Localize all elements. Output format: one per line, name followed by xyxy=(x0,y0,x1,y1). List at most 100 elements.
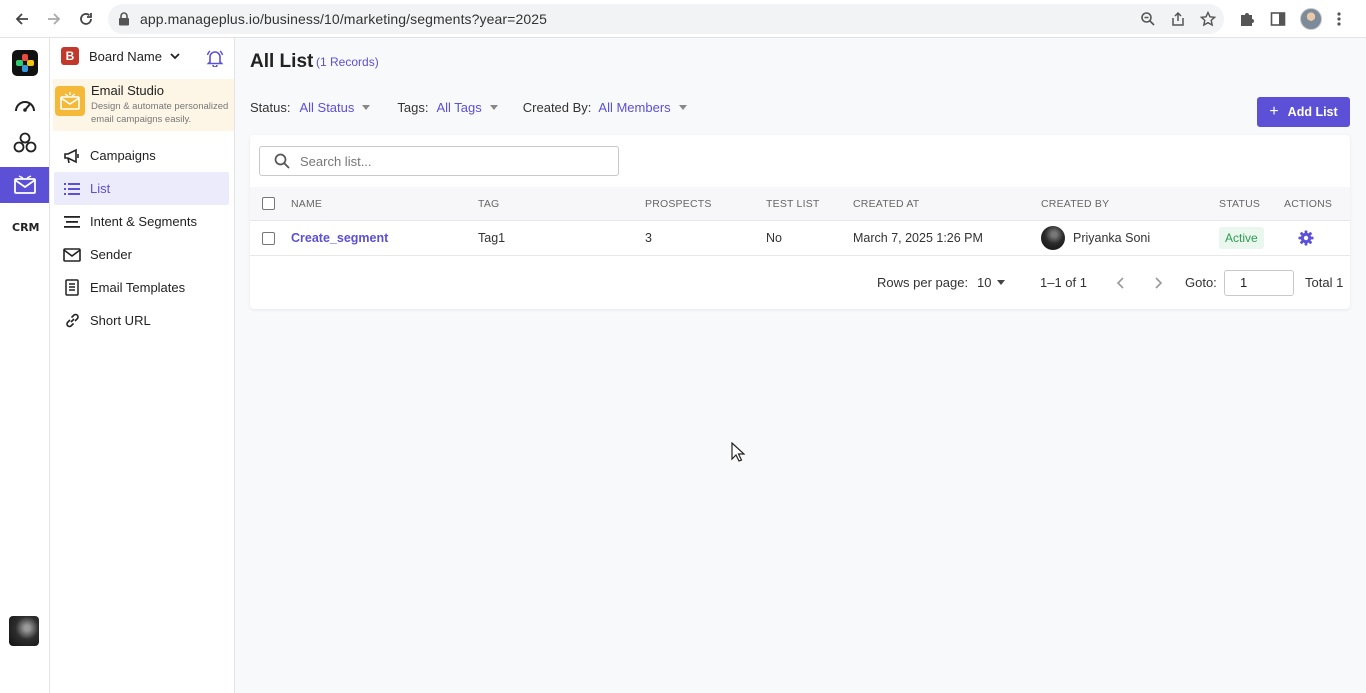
column-header-test-list[interactable]: TEST LIST xyxy=(766,187,820,220)
app-logo[interactable] xyxy=(0,45,49,81)
app-logo-icon xyxy=(11,50,38,76)
rows-per-page-select[interactable]: 10 xyxy=(977,256,1006,309)
list-name-link[interactable]: Create_segment xyxy=(291,231,388,245)
sidebar-item-label: Sender xyxy=(90,247,132,262)
rows-per-page-label: Rows per page: xyxy=(877,275,969,290)
filter-bar: Status: All Status Tags: All Tags Create… xyxy=(250,100,687,115)
table-row[interactable]: Create_segment Tag1 3 No March 7, 2025 1… xyxy=(250,221,1350,256)
extensions-puzzle-icon[interactable] xyxy=(1238,10,1256,28)
goto-page-input[interactable] xyxy=(1224,269,1294,296)
status-filter-label: Status: xyxy=(250,100,291,115)
tags-filter-dropdown[interactable]: All Tags xyxy=(436,100,481,115)
board-badge: B xyxy=(61,47,79,65)
sidebar-item-campaigns[interactable]: Campaigns xyxy=(54,139,229,172)
segments-lines-icon xyxy=(64,215,80,228)
segments-icon xyxy=(13,132,36,153)
sidebar-item-intent-segments[interactable]: Intent & Segments xyxy=(54,205,229,238)
column-header-created-by[interactable]: CREATED BY xyxy=(1041,187,1109,220)
email-studio-icon xyxy=(55,86,85,116)
user-avatar[interactable] xyxy=(9,616,39,646)
sidebar-item-email-templates[interactable]: Email Templates xyxy=(54,271,229,304)
chevron-right-icon xyxy=(1155,276,1163,289)
forward-arrow-icon xyxy=(48,13,61,25)
column-header-tag[interactable]: TAG xyxy=(478,187,499,220)
url-text: app.manageplus.io/business/10/marketing/… xyxy=(140,11,548,27)
caret-down-icon[interactable] xyxy=(362,105,371,110)
email-studio-title: Email Studio xyxy=(91,83,164,98)
caret-down-icon[interactable] xyxy=(678,105,687,110)
zoom-icon[interactable] xyxy=(1140,11,1156,27)
side-panel-icon[interactable] xyxy=(1270,11,1286,27)
sidebar-item-label: List xyxy=(90,181,111,196)
previous-page-button[interactable] xyxy=(1116,256,1126,309)
row-tag: Tag1 xyxy=(478,231,506,245)
column-header-prospects[interactable]: PROSPECTS xyxy=(645,187,712,220)
list-icon xyxy=(64,182,80,195)
column-header-actions: ACTIONS xyxy=(1284,197,1333,210)
email-studio-subtitle: Design & automate personalized email cam… xyxy=(91,101,229,125)
rail-crm[interactable]: CRM xyxy=(0,208,49,244)
creator-avatar xyxy=(1041,226,1065,250)
pagination: Rows per page: 10 1–1 of 1 Goto: Total 1 xyxy=(250,256,1350,309)
search-input[interactable] xyxy=(300,153,600,169)
created-by-filter-dropdown[interactable]: All Members xyxy=(598,100,670,115)
rail-dashboard[interactable] xyxy=(0,87,49,123)
share-icon[interactable] xyxy=(1170,11,1186,27)
goto-label: Goto: xyxy=(1185,275,1217,290)
chevron-left-icon xyxy=(1116,276,1124,289)
row-created-at: March 7, 2025 1:26 PM xyxy=(853,231,983,245)
status-filter-dropdown[interactable]: All Status xyxy=(299,100,354,115)
row-created-by: Priyanka Soni xyxy=(1073,231,1151,245)
lock-icon xyxy=(119,12,129,26)
notification-bell-icon[interactable] xyxy=(206,49,224,67)
sidebar-item-short-url[interactable]: Short URL xyxy=(54,304,229,337)
rows-per-page-value: 10 xyxy=(977,275,992,290)
column-header-name[interactable]: NAME xyxy=(291,187,322,220)
page-title: All List xyxy=(250,51,314,72)
total-count: Total 1 xyxy=(1305,275,1344,290)
forward-button[interactable] xyxy=(38,3,70,35)
megaphone-icon xyxy=(64,148,79,163)
caret-down-icon[interactable] xyxy=(489,105,498,110)
address-bar[interactable]: app.manageplus.io/business/10/marketing/… xyxy=(108,4,1224,34)
add-list-button[interactable]: + Add List xyxy=(1257,97,1350,127)
email-marketing-icon xyxy=(13,175,36,194)
bookmark-star-icon[interactable] xyxy=(1200,11,1216,27)
reload-button[interactable] xyxy=(70,3,102,35)
select-all-checkbox[interactable] xyxy=(262,197,275,210)
board-name: Board Name xyxy=(89,48,162,64)
tags-filter-label: Tags: xyxy=(397,100,429,115)
more-menu-icon[interactable] xyxy=(1336,11,1342,27)
row-checkbox[interactable] xyxy=(262,231,275,245)
add-list-label: Add List xyxy=(1287,105,1338,119)
page-range: 1–1 of 1 xyxy=(1040,275,1087,290)
rail-segments[interactable] xyxy=(0,125,49,161)
sidebar-item-label: Intent & Segments xyxy=(90,214,197,229)
list-table-card: NAME TAG PROSPECTS TEST LIST CREATED AT … xyxy=(250,135,1350,309)
rail-email-marketing[interactable] xyxy=(0,167,49,203)
main-content: All List (1 Records) Status: All Status … xyxy=(235,38,1366,693)
column-header-status[interactable]: STATUS xyxy=(1219,187,1260,220)
sender-mail-icon xyxy=(63,247,81,262)
secondary-sidebar: B Board Name Email Studio Design & autom… xyxy=(50,38,235,693)
sidebar-menu: Campaigns List Intent & Segments Sender … xyxy=(54,139,229,337)
reload-icon xyxy=(80,13,92,25)
sidebar-item-sender[interactable]: Sender xyxy=(54,238,229,271)
column-header-created-at[interactable]: CREATED AT xyxy=(853,187,919,220)
row-prospects: 3 xyxy=(645,231,652,245)
next-page-button[interactable] xyxy=(1153,256,1163,309)
settings-gear-icon[interactable] xyxy=(1298,230,1314,246)
sidebar-item-list[interactable]: List xyxy=(54,172,229,205)
records-count: (1 Records) xyxy=(316,55,379,69)
dashboard-icon xyxy=(14,101,35,112)
link-icon xyxy=(65,313,79,328)
caret-down-icon xyxy=(997,280,1006,285)
search-box xyxy=(259,146,619,176)
sidebar-item-label: Email Templates xyxy=(90,280,186,295)
email-studio-banner: Email Studio Design & automate personali… xyxy=(53,79,234,131)
profile-avatar[interactable] xyxy=(1300,8,1322,30)
board-selector[interactable]: B Board Name xyxy=(61,47,180,65)
status-badge: Active xyxy=(1219,227,1264,249)
table-header: NAME TAG PROSPECTS TEST LIST CREATED AT … xyxy=(250,187,1350,221)
back-button[interactable] xyxy=(6,3,38,35)
